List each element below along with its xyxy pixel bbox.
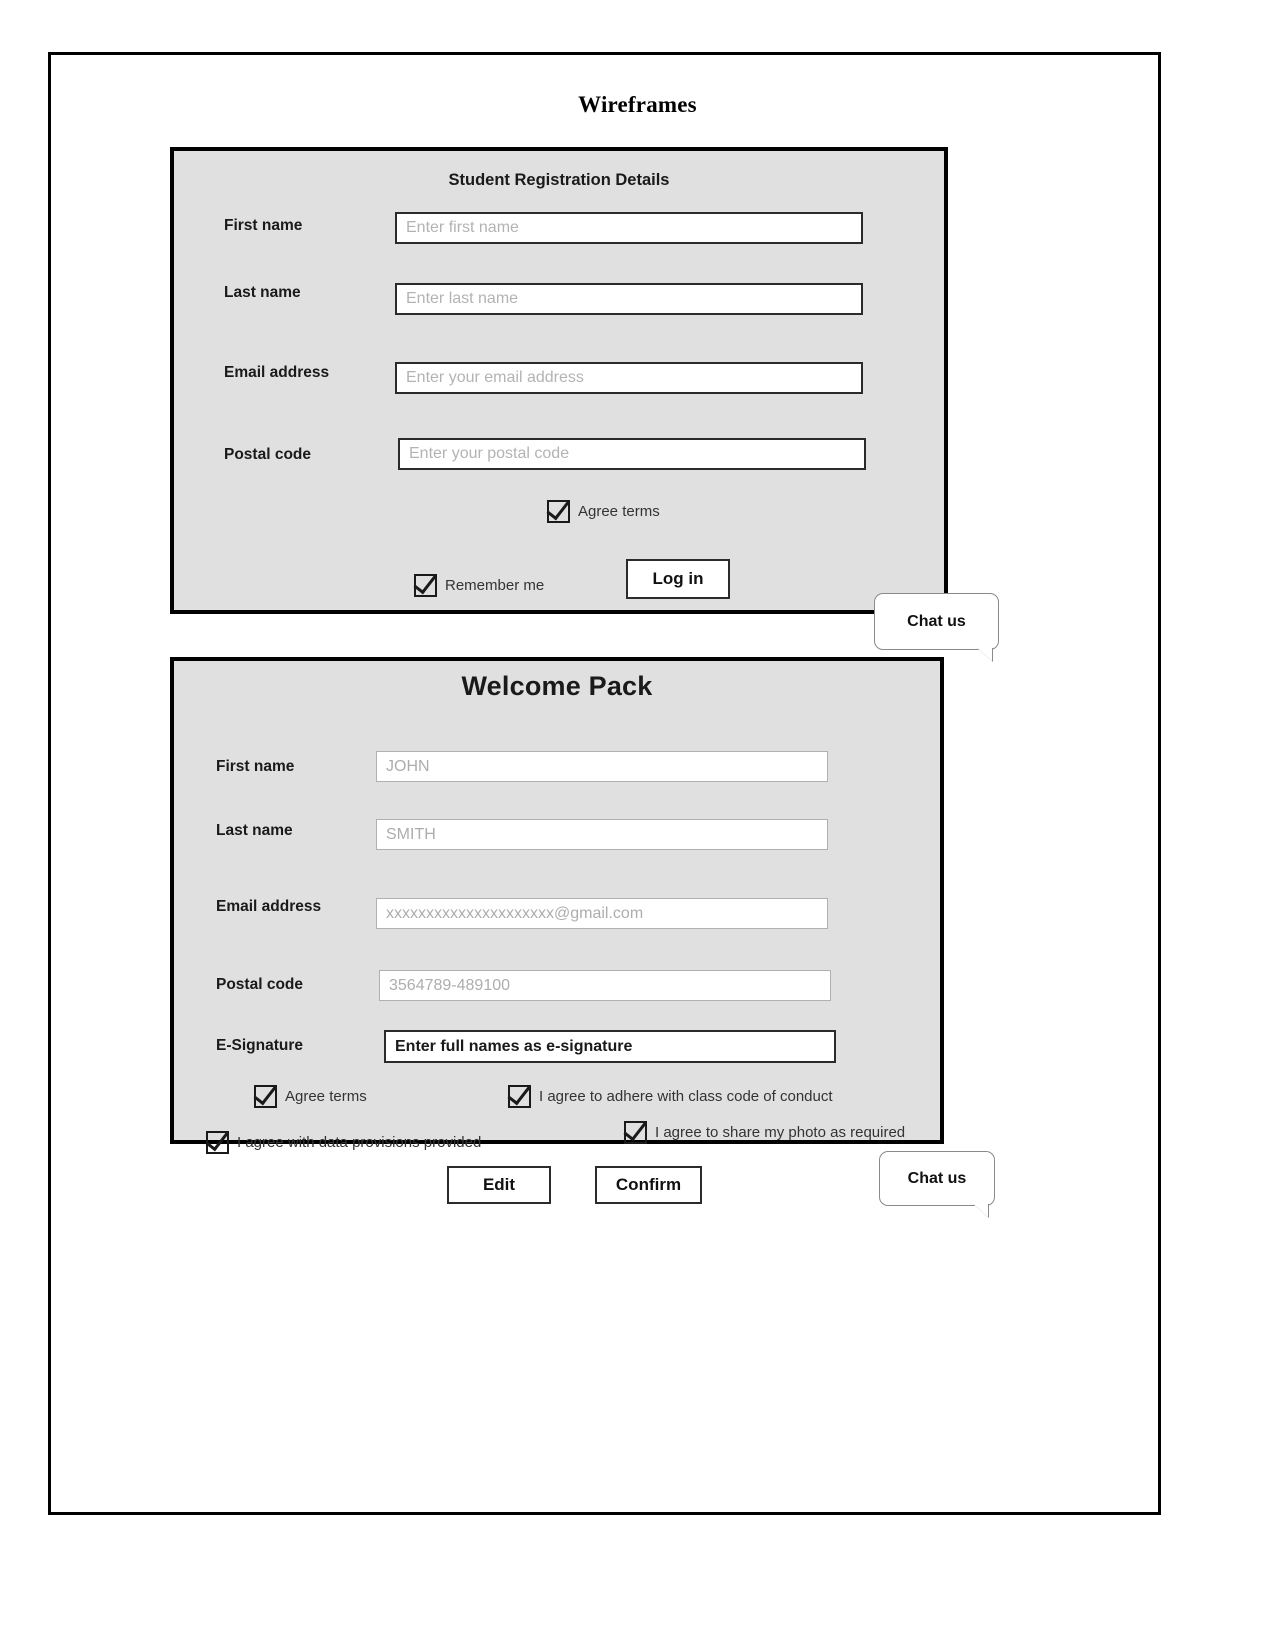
confirm-button[interactable]: Confirm [595,1166,702,1204]
chat-us-bubble-registration[interactable]: Chat us [874,593,999,661]
registration-form-title: Student Registration Details [448,171,670,189]
postal-code-input[interactable]: Enter your postal code [398,438,866,470]
chat-bubble-tail-icon [972,1203,988,1217]
wp-agree-terms-label: Agree terms [285,1088,367,1105]
wp-first-name-row: First name [216,758,386,776]
wp-last-name-input[interactable]: SMITH [376,819,828,850]
wp-postal-code-row: Postal code [216,976,386,994]
wp-share-photo-checkbox-row[interactable]: I agree to share my photo as required [624,1121,905,1144]
last-name-label: Last name [224,284,301,301]
wp-last-name-row: Last name [216,822,386,840]
checkbox-checked-icon[interactable] [414,574,437,597]
wp-esignature-input[interactable]: Enter full names as e-signature [384,1030,836,1063]
welcome-pack-wireframe: Welcome Pack First name JOHN Last name S… [170,657,995,1217]
wp-email-address-input[interactable]: xxxxxxxxxxxxxxxxxxxxx@gmail.com [376,898,828,929]
page-title: Wireframes [578,92,697,117]
email-address-label: Email address [224,364,330,381]
wp-code-of-conduct-label: I agree to adhere with class code of con… [539,1088,833,1105]
first-name-label: First name [224,217,303,234]
wp-data-provisions-label: I agree with data provisions provided [237,1134,482,1151]
welcome-pack-title: Welcome Pack [461,671,653,701]
wp-email-address-label: Email address [216,898,322,915]
wp-postal-code-input[interactable]: 3564789-489100 [379,970,831,1001]
wp-first-name-input[interactable]: JOHN [376,751,828,782]
agree-terms-checkbox-row[interactable]: Agree terms [547,500,660,523]
last-name-input[interactable]: Enter last name [395,283,863,315]
chat-bubble-tail-icon [976,647,992,661]
chat-us-bubble-welcome-pack[interactable]: Chat us [879,1151,995,1217]
wp-agree-terms-checkbox-row[interactable]: Agree terms [254,1085,367,1108]
email-address-row: Email address [224,364,394,382]
login-button[interactable]: Log in [626,559,730,599]
checkbox-checked-icon[interactable] [254,1085,277,1108]
edit-button[interactable]: Edit [447,1166,551,1204]
student-registration-wireframe: Student Registration Details First name … [170,147,999,661]
checkbox-checked-icon[interactable] [508,1085,531,1108]
chat-us-label: Chat us [907,612,966,630]
wp-data-provisions-checkbox-row[interactable]: I agree with data provisions provided [206,1131,481,1154]
wp-esignature-label: E-Signature [216,1037,303,1054]
agree-terms-label: Agree terms [578,503,660,520]
postal-code-label: Postal code [224,446,311,463]
checkbox-checked-icon[interactable] [206,1131,229,1154]
wp-esignature-row: E-Signature [216,1037,386,1055]
postal-code-row: Postal code [224,446,394,464]
wp-email-address-row: Email address [216,898,386,916]
wp-postal-code-label: Postal code [216,976,303,993]
checkbox-checked-icon[interactable] [547,500,570,523]
chat-us-label: Chat us [907,1169,967,1187]
wp-first-name-label: First name [216,758,295,775]
remember-me-label: Remember me [445,577,545,594]
email-address-input[interactable]: Enter your email address [395,362,863,394]
first-name-input[interactable]: Enter first name [395,212,863,244]
remember-me-checkbox-row[interactable]: Remember me [414,574,544,597]
wp-last-name-label: Last name [216,822,293,839]
last-name-row: Last name [224,284,394,302]
wp-share-photo-label: I agree to share my photo as required [655,1124,906,1141]
first-name-row: First name [224,217,394,235]
checkbox-checked-icon[interactable] [624,1121,647,1144]
wp-code-of-conduct-checkbox-row[interactable]: I agree to adhere with class code of con… [508,1085,833,1108]
